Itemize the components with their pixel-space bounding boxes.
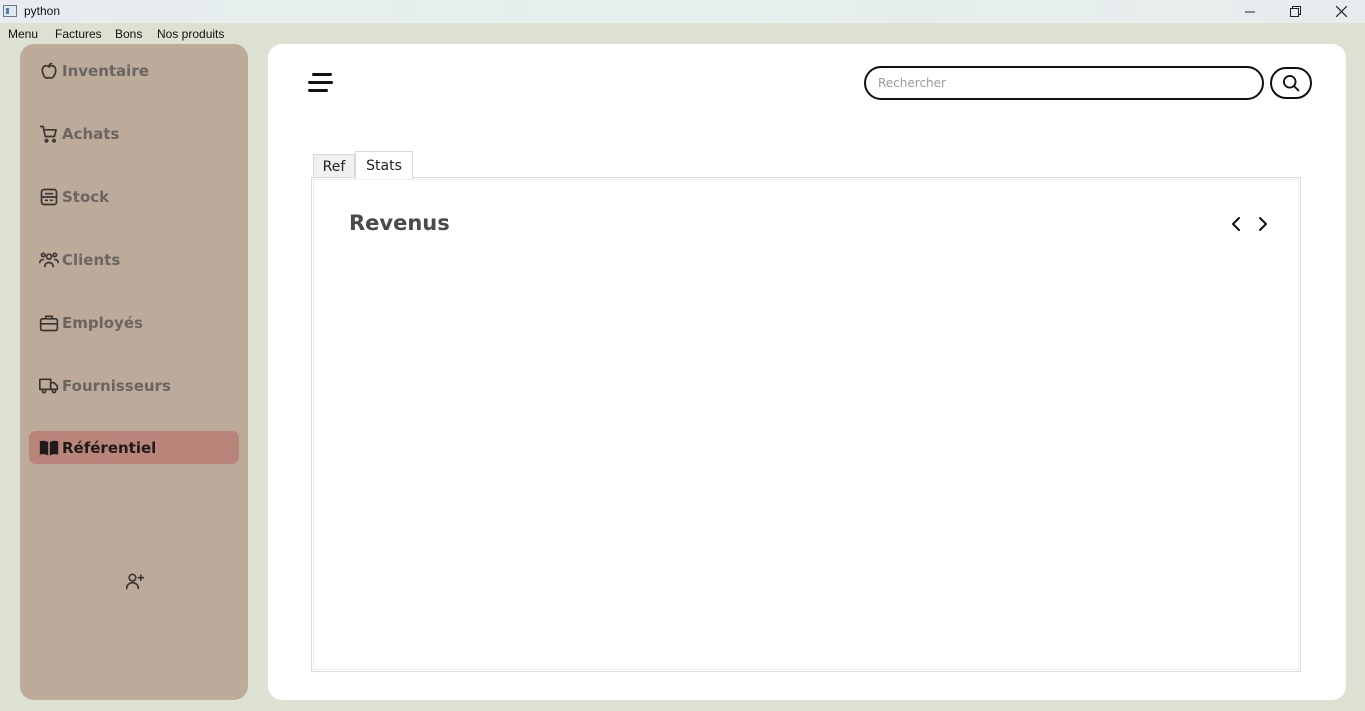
sidebar-item-fournisseurs[interactable]: Fournisseurs <box>29 369 239 402</box>
sidebar-item-referentiel[interactable]: Référentiel <box>29 431 239 464</box>
apple-icon <box>38 60 60 82</box>
title-bar: python <box>0 0 1365 23</box>
app-icon <box>3 5 17 17</box>
sidebar-item-label: Employés <box>62 313 143 332</box>
hamburger-line <box>312 73 332 76</box>
hamburger-line <box>308 81 333 84</box>
previous-button[interactable] <box>1227 214 1245 234</box>
close-icon <box>1335 6 1347 17</box>
sidebar-item-label: Stock <box>62 187 110 206</box>
stats-content: Revenus <box>313 179 1299 670</box>
warehouse-icon <box>38 186 60 208</box>
sidebar-item-stock[interactable]: Stock <box>29 180 239 213</box>
sidebar-item-label: Inventaire <box>62 61 149 80</box>
search-input[interactable] <box>864 66 1264 100</box>
menu-item-nos-produits[interactable]: Nos produits <box>157 27 224 41</box>
tab-stats[interactable]: Stats <box>355 151 413 179</box>
chevron-right-icon <box>1259 217 1267 231</box>
menu-toggle-button[interactable] <box>308 72 336 94</box>
hamburger-line <box>308 89 328 92</box>
sidebar: Inventaire Achats Stock Clients Employés… <box>20 44 248 700</box>
sidebar-item-achats[interactable]: Achats <box>29 117 239 150</box>
minimize-button[interactable] <box>1227 0 1273 23</box>
next-button[interactable] <box>1254 214 1272 234</box>
restore-icon <box>1289 6 1301 17</box>
user-plus-icon <box>125 573 145 590</box>
menu-item-bons[interactable]: Bons <box>115 27 142 41</box>
sidebar-item-label: Achats <box>62 124 120 143</box>
sidebar-item-clients[interactable]: Clients <box>29 243 239 276</box>
menu-item-menu[interactable]: Menu <box>8 27 38 41</box>
menu-bar: Menu Factures Bons Nos produits <box>0 23 1365 44</box>
sidebar-item-inventaire[interactable]: Inventaire <box>29 54 239 87</box>
chevron-left-icon <box>1232 217 1240 231</box>
book-icon <box>38 437 60 459</box>
search-icon <box>1283 75 1300 92</box>
briefcase-icon <box>38 312 60 334</box>
sidebar-item-label: Référentiel <box>62 438 157 457</box>
maximize-button[interactable] <box>1272 0 1318 23</box>
main-panel: Ref Stats Revenus <box>268 44 1346 700</box>
users-icon <box>38 249 60 271</box>
sidebar-item-label: Fournisseurs <box>62 376 171 395</box>
sidebar-item-label: Clients <box>62 250 121 269</box>
panel-title: Revenus <box>349 211 450 235</box>
search-button[interactable] <box>1270 67 1312 99</box>
stats-panel: Revenus <box>311 177 1301 672</box>
tab-ref[interactable]: Ref <box>313 154 355 178</box>
minimize-icon <box>1245 11 1255 12</box>
close-button[interactable] <box>1318 0 1364 23</box>
cart-icon <box>38 123 60 145</box>
add-user-button[interactable] <box>124 570 146 592</box>
window-title: python <box>24 4 61 18</box>
menu-item-factures[interactable]: Factures <box>55 27 102 41</box>
sidebar-item-employes[interactable]: Employés <box>29 306 239 339</box>
truck-icon <box>38 375 60 397</box>
